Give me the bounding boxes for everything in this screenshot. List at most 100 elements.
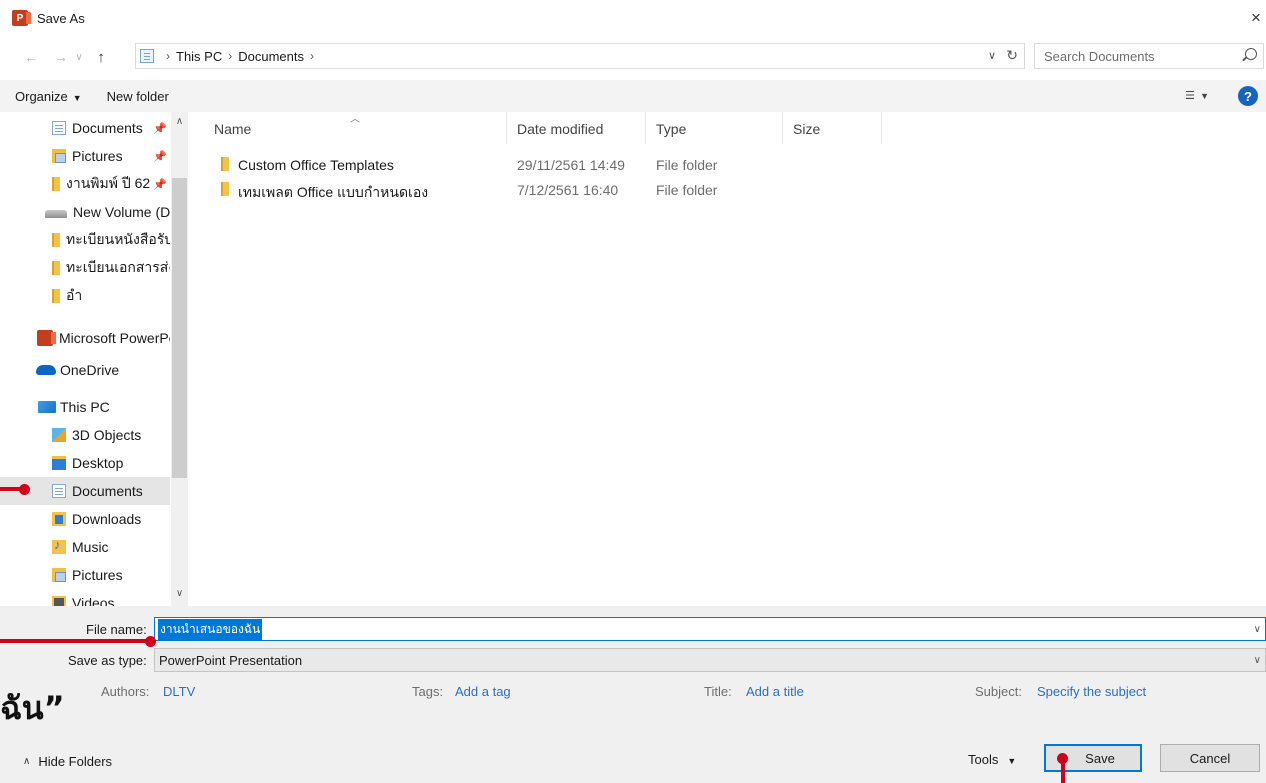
tools-button[interactable]: Tools ▼ (968, 752, 1016, 767)
nav-item-label: Desktop (72, 455, 124, 471)
videos-icon (52, 596, 66, 606)
search-input[interactable]: Search Documents (1034, 43, 1264, 69)
window-title: Save As (37, 10, 85, 26)
nav-item-new-volume[interactable]: New Volume (D:) (0, 198, 170, 226)
nav-item-label: Music (72, 539, 109, 555)
annotation-caption: ฉัน” (0, 689, 65, 727)
save-type-select[interactable]: PowerPoint Presentation ∨ (154, 648, 1266, 672)
nav-item-label: New Volume (D:) (73, 204, 170, 220)
subject-field[interactable]: Specify the subject (1037, 684, 1146, 699)
folder-icon (52, 177, 60, 191)
scroll-down-icon[interactable]: ∨ (171, 588, 188, 604)
column-divider[interactable] (782, 112, 783, 144)
pin-icon: 📌 (153, 122, 167, 135)
nav-item-am[interactable]: อำ (0, 282, 170, 310)
nav-item-label: Downloads (72, 511, 142, 527)
column-divider[interactable] (881, 112, 882, 144)
documents-location-icon (140, 49, 154, 63)
file-name: เทมเพลต Office แบบกำหนดเอง (238, 184, 429, 200)
music-icon (52, 537, 66, 554)
desktop-icon (52, 456, 66, 470)
change-view-button[interactable]: ☰ ▼ (1185, 89, 1210, 102)
documents-icon (52, 484, 66, 498)
refresh-icon[interactable]: ↻ (1006, 47, 1018, 64)
nav-item-powerpoint[interactable]: Microsoft PowerPoint (0, 324, 170, 352)
caret-down-icon: ▼ (72, 92, 82, 103)
help-icon[interactable]: ? (1238, 86, 1258, 106)
view-list-icon: ☰ (1185, 90, 1197, 102)
column-type[interactable]: Type (656, 121, 686, 137)
chevron-down-icon: ∨ (75, 51, 83, 63)
nav-item-label: Documents (72, 120, 143, 136)
nav-scrollbar-thumb[interactable] (172, 178, 187, 478)
caret-down-icon: ▼ (1007, 756, 1017, 766)
file-date: 29/11/2561 14:49 (517, 157, 625, 173)
organize-button[interactable]: Organize ▼ (15, 89, 82, 104)
nav-item-label: Documents (72, 483, 143, 499)
breadcrumb-this-pc[interactable]: This PC (176, 49, 222, 64)
chevron-up-icon: ∧ (23, 756, 31, 767)
table-row[interactable]: เทมเพลต Office แบบกำหนดเอง 7/12/2561 16:… (190, 177, 890, 201)
nav-item-sent-register[interactable]: ทะเบียนเอกสารส่ง (0, 254, 170, 282)
address-bar[interactable]: › This PC › Documents › ∨ ↻ (135, 43, 1025, 69)
search-icon[interactable] (1245, 48, 1257, 60)
chevron-down-icon[interactable]: ∨ (1254, 655, 1261, 666)
column-size[interactable]: Size (793, 121, 820, 137)
nav-item-label: This PC (60, 399, 110, 415)
column-divider[interactable] (645, 112, 646, 144)
breadcrumb-separator-icon[interactable]: › (310, 49, 314, 63)
up-button[interactable]: ↑ (90, 45, 112, 69)
nav-item-quick-pictures[interactable]: Pictures 📌 (0, 142, 170, 170)
nav-item-pictures[interactable]: Pictures (0, 561, 170, 589)
nav-item-3d-objects[interactable]: 3D Objects (0, 421, 170, 449)
file-name-input[interactable]: งานนำเสนอของฉัน ∨ (154, 617, 1266, 641)
nav-item-label: Microsoft PowerPoint (59, 330, 170, 346)
file-name-label: File name: (86, 622, 147, 637)
authors-field[interactable]: DLTV (163, 684, 195, 699)
column-date-modified[interactable]: Date modified (517, 121, 603, 137)
close-button[interactable]: × (1246, 4, 1266, 32)
nav-item-label: Videos (72, 595, 115, 606)
nav-item-music[interactable]: Music (0, 533, 170, 561)
annotation-pointer-line (1061, 762, 1065, 783)
annotation-pointer-line (0, 639, 150, 643)
table-row[interactable]: Custom Office Templates 29/11/2561 14:49… (190, 152, 890, 176)
arrow-right-icon: → (54, 49, 68, 65)
scroll-up-icon[interactable]: ∧ (171, 116, 188, 132)
documents-icon (52, 121, 66, 135)
nav-item-videos[interactable]: Videos (0, 589, 170, 606)
cancel-button[interactable]: Cancel (1160, 744, 1260, 772)
new-folder-button[interactable]: New folder (107, 89, 169, 104)
save-label: Save (1085, 750, 1115, 766)
hide-folders-button[interactable]: ∧ Hide Folders (23, 754, 112, 769)
title-field[interactable]: Add a title (746, 684, 804, 699)
navigation-pane: Documents 📌 Pictures 📌 งานพิมพ์ ปี 62 📌 New… (0, 112, 190, 606)
this-pc-icon (38, 401, 56, 413)
drive-icon (45, 210, 67, 218)
nav-item-label: OneDrive (60, 362, 120, 378)
arrow-up-icon: ↑ (97, 48, 105, 66)
nav-item-desktop[interactable]: Desktop (0, 449, 170, 477)
breadcrumb-separator-icon: › (228, 49, 233, 63)
nav-item-label: 3D Objects (72, 427, 142, 443)
column-divider[interactable] (506, 112, 507, 144)
nav-item-onedrive[interactable]: OneDrive (0, 356, 170, 384)
nav-item-quick-documents[interactable]: Documents 📌 (0, 114, 170, 142)
tags-field[interactable]: Add a tag (455, 684, 511, 699)
nav-item-downloads[interactable]: Downloads (0, 505, 170, 533)
title-bar: P Save As × (0, 0, 1266, 36)
nav-item-print-62[interactable]: งานพิมพ์ ปี 62 📌 (0, 170, 170, 198)
3d-objects-icon (52, 428, 66, 442)
recent-locations-button[interactable]: ∨ (72, 45, 86, 69)
search-placeholder: Search Documents (1044, 48, 1155, 64)
forward-button[interactable]: → (50, 45, 72, 69)
address-dropdown-icon[interactable]: ∨ (988, 49, 996, 62)
chevron-down-icon[interactable]: ∨ (1254, 624, 1261, 635)
folder-icon (52, 261, 60, 275)
breadcrumb-documents[interactable]: Documents (238, 49, 304, 64)
nav-item-received-register[interactable]: ทะเบียนหนังสือรับ (0, 226, 170, 254)
nav-item-this-pc[interactable]: This PC (0, 393, 170, 421)
column-name[interactable]: Name (214, 121, 251, 137)
nav-item-label: ทะเบียนหนังสือรับ (66, 231, 170, 247)
back-button[interactable]: ← (20, 45, 42, 69)
